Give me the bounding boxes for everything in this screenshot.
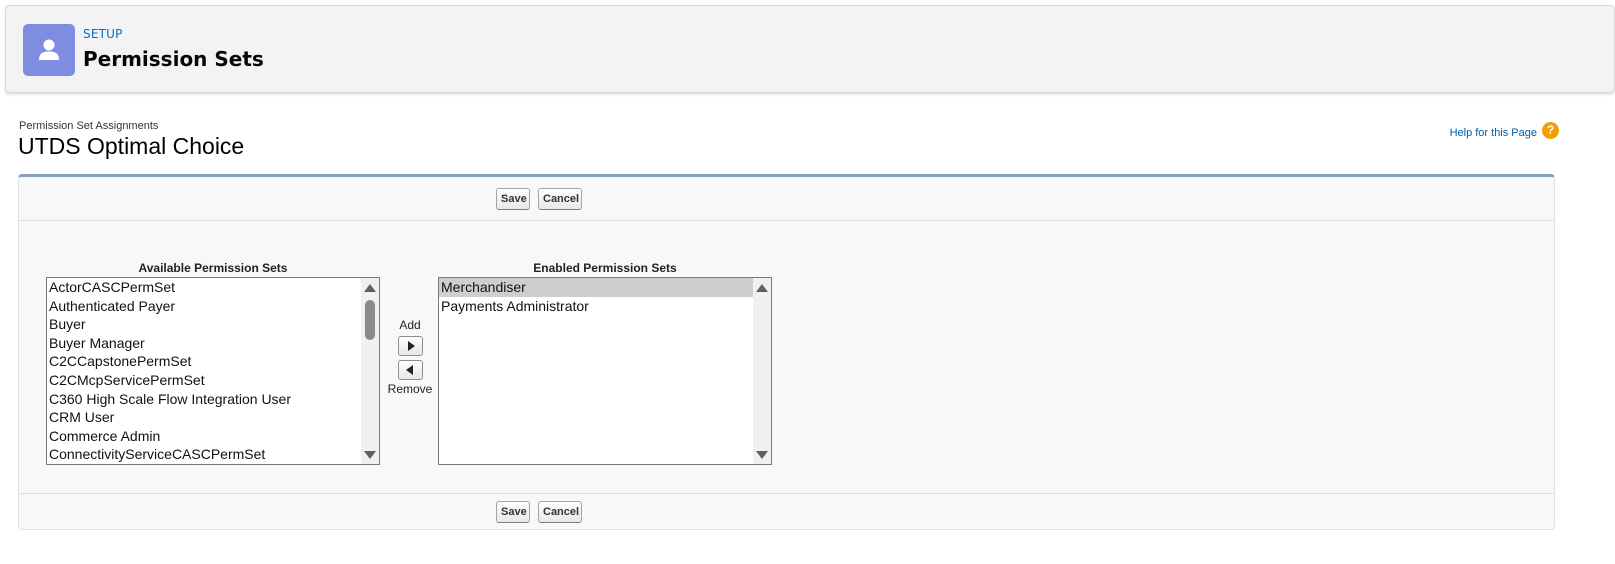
page-header: SETUP Permission Sets	[5, 5, 1615, 93]
enabled-permission-sets-list[interactable]: Merchandiser Payments Administrator	[438, 277, 772, 465]
arrow-right-icon	[408, 341, 415, 351]
breadcrumb-setup[interactable]: SETUP	[83, 27, 123, 41]
page-type-label: Permission Set Assignments	[19, 120, 159, 132]
remove-button[interactable]	[398, 360, 423, 380]
available-permission-sets-list[interactable]: ActorCASCPermSet Authenticated Payer Buy…	[46, 277, 380, 465]
permission-set-name: UTDS Optimal Choice	[18, 133, 245, 159]
add-button[interactable]	[398, 336, 423, 356]
list-item[interactable]: CRM User	[47, 408, 361, 427]
list-item[interactable]: Merchandiser	[439, 278, 753, 297]
scroll-thumb[interactable]	[365, 300, 375, 340]
cancel-button-bottom[interactable]: Cancel	[538, 501, 582, 523]
list-item[interactable]: Authenticated Payer	[47, 297, 361, 316]
list-item[interactable]: C360 High Scale Flow Integration User	[47, 390, 361, 409]
top-button-row: Save Cancel	[19, 177, 1554, 221]
list-item[interactable]: Payments Administrator	[439, 297, 753, 316]
remove-label: Remove	[387, 382, 433, 396]
available-list-scrollbar[interactable]	[361, 278, 379, 464]
list-item[interactable]: C2CCapstonePermSet	[47, 352, 361, 371]
list-item[interactable]: C2CMcpServicePermSet	[47, 371, 361, 390]
list-item[interactable]: ActorCASCPermSet	[47, 278, 361, 297]
save-button-bottom[interactable]: Save	[496, 501, 530, 523]
available-list-label: Available Permission Sets	[138, 261, 288, 275]
help-icon[interactable]: ?	[1542, 122, 1559, 139]
page-title: Permission Sets	[83, 47, 264, 71]
assignment-panel: Save Cancel Available Permission Sets En…	[18, 174, 1555, 530]
list-item[interactable]: Commerce Admin	[47, 427, 361, 446]
bottom-button-row: Save Cancel	[19, 493, 1554, 530]
help-link[interactable]: Help for this Page	[1450, 127, 1537, 139]
arrow-left-icon	[406, 365, 413, 375]
list-item[interactable]: Buyer	[47, 315, 361, 334]
add-label: Add	[399, 318, 421, 332]
enabled-list-scrollbar[interactable]	[753, 278, 771, 464]
user-icon	[23, 24, 75, 76]
list-item[interactable]: Buyer Manager	[47, 334, 361, 353]
scroll-down-icon[interactable]	[756, 451, 768, 459]
cancel-button-top[interactable]: Cancel	[538, 188, 582, 210]
scroll-down-icon[interactable]	[364, 451, 376, 459]
list-item[interactable]: ConnectivityServiceCASCPermSet	[47, 445, 361, 464]
scroll-up-icon[interactable]	[364, 284, 376, 292]
save-button-top[interactable]: Save	[496, 188, 530, 210]
scroll-up-icon[interactable]	[756, 284, 768, 292]
content-area: Permission Set Assignments UTDS Optimal …	[5, 108, 1615, 564]
enabled-list-label: Enabled Permission Sets	[533, 261, 677, 275]
